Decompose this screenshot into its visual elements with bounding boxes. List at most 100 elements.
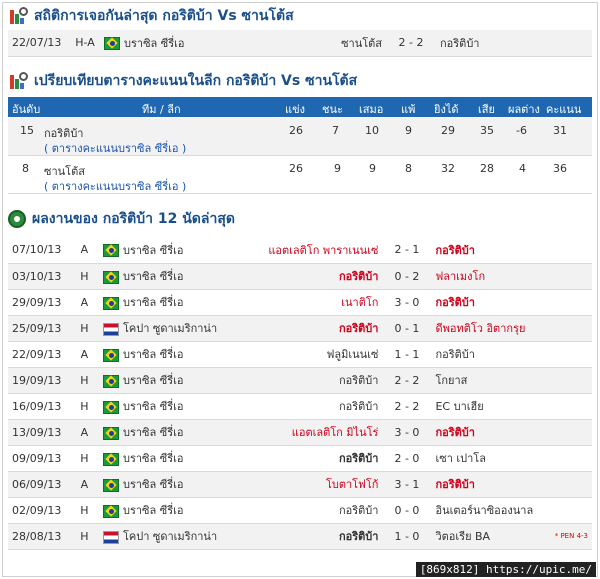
recent-meeting-header: สถิติการเจอกันล่าสุด กอริติบ้า Vs ซานโต้…: [8, 5, 294, 27]
score: 3 - 0: [382, 289, 432, 316]
league-cell: บราซิล ซีรี่เอ: [98, 341, 248, 368]
home-away: H: [69, 367, 99, 394]
league-name[interactable]: บราซิล ซีรี่เอ: [123, 452, 184, 465]
league-cell: บราซิล ซีรี่เอ: [100, 30, 250, 57]
away-team[interactable]: ดีพอทติโว อิตากรุย: [431, 315, 551, 342]
goals-against: 28: [480, 162, 494, 175]
table-row: 13/09/13 A บราซิล ซีรี่เอ แอตเลติโก มิไนโร่…: [8, 419, 592, 446]
match-date: 07/10/13: [8, 237, 70, 264]
penalty-note: [550, 419, 592, 446]
home-away: A: [69, 341, 99, 368]
league-cell: บราซิล ซีรี่เอ: [98, 497, 248, 524]
league-name[interactable]: บราซิล ซีรี่เอ: [123, 374, 184, 387]
score: 2 - 2: [386, 30, 436, 57]
away-team[interactable]: โกยาส: [431, 367, 551, 394]
home-team[interactable]: แอตเลติโก พาราเนนเซ่: [247, 237, 383, 264]
score: 2 - 2: [382, 393, 432, 420]
last12-table: 07/10/13 A บราซิล ซีรี่เอ แอตเลติโก พาราเนน…: [8, 237, 592, 550]
away-team[interactable]: กอริติบ้า: [431, 237, 551, 264]
away-team[interactable]: ฟลาเมงโก: [431, 263, 551, 290]
home-team[interactable]: ซานโต้ส: [250, 30, 386, 57]
home-away: A: [69, 419, 99, 446]
home-team[interactable]: กอริติบ้า: [247, 393, 383, 420]
league-name[interactable]: บราซิล ซีรี่เอ: [123, 426, 184, 439]
penalty-note: [550, 237, 592, 264]
goals-for: 29: [441, 124, 455, 137]
league-name[interactable]: บราซิล ซีรี่เอ: [123, 400, 184, 413]
home-team[interactable]: กอริติบ้า: [247, 367, 383, 394]
league-table-link[interactable]: ( ตารางคะแนนบราซิล ซีรี่เอ ): [44, 177, 186, 195]
league-cell: บราซิล ซีรี่เอ: [98, 263, 248, 290]
standings-column-headers: อันดับ ทีม / ลีก แข่ง ชนะ เสมอ แพ้ ยิงได…: [8, 97, 592, 117]
away-team[interactable]: กอริติบ้า: [431, 289, 551, 316]
home-team[interactable]: กอริติบ้า: [247, 315, 383, 342]
away-team[interactable]: อินเตอร์นาซิอองนาล: [431, 497, 551, 524]
table-row: 02/09/13 H บราซิล ซีรี่เอ กอริติบ้า 0 - 0 อิน…: [8, 497, 592, 524]
match-date: 02/09/13: [8, 497, 70, 524]
home-team[interactable]: เนาติโก: [247, 289, 383, 316]
home-team[interactable]: โบตาโฟโก้: [247, 471, 383, 498]
home-team[interactable]: กอริติบ้า: [247, 497, 383, 524]
league-name[interactable]: บราซิล ซีรี่เอ: [124, 37, 185, 50]
league-name[interactable]: บราซิล ซีรี่เอ: [123, 296, 184, 309]
score: 3 - 0: [382, 419, 432, 446]
col-pts: คะแนน: [546, 103, 582, 116]
table-row: 06/09/13 A บราซิล ซีรี่เอ โบตาโฟโก้ 3 - 1 กอร…: [8, 471, 592, 498]
stats-icon: [8, 7, 28, 25]
league-cell: บราซิล ซีรี่เอ: [98, 289, 248, 316]
win: 7: [332, 124, 339, 137]
home-away: H-A: [70, 30, 100, 57]
away-team[interactable]: วิตอเรีย BA: [431, 523, 551, 550]
played: 26: [289, 162, 303, 175]
league-name[interactable]: บราซิล ซีรี่เอ: [123, 244, 184, 257]
goal-diff: -6: [516, 124, 527, 137]
penalty-note: [550, 315, 592, 342]
brazil-flag-icon: [102, 270, 119, 284]
last12-header: ผลงานของ กอริติบ้า 12 นัดล่าสุด: [8, 208, 235, 230]
league-name[interactable]: บราซิล ซีรี่เอ: [123, 348, 184, 361]
col-gf: ยิงได้: [434, 103, 459, 116]
brazil-flag-icon: [102, 244, 119, 258]
match-date: 09/09/13: [8, 445, 70, 472]
points: 31: [553, 124, 567, 137]
away-team[interactable]: EC บาเฮีย: [431, 393, 551, 420]
home-team[interactable]: ฟลูมิเนนเซ่: [247, 341, 383, 368]
away-team[interactable]: กอริติบ้า: [431, 341, 551, 368]
league-cell: บราซิล ซีรี่เอ: [98, 419, 248, 446]
table-row: 25/09/13 H โคปา ซูดาเมริกาน่า กอริติบ้า 0 - …: [8, 315, 592, 342]
table-row: 28/08/13 H โคปา ซูดาเมริกาน่า กอริติบ้า 1 - …: [8, 523, 592, 550]
league-table-link[interactable]: ( ตารางคะแนนบราซิล ซีรี่เอ ): [44, 139, 186, 157]
away-team[interactable]: กอริติบ้า: [431, 471, 551, 498]
col-ga: เสีย: [478, 103, 495, 116]
col-lose: แพ้: [401, 103, 416, 116]
match-date: 22/07/13: [8, 30, 70, 57]
home-team[interactable]: กอริติบ้า: [247, 263, 383, 290]
league-name[interactable]: โคปา ซูดาเมริกาน่า: [123, 530, 217, 543]
score: 2 - 1: [382, 237, 432, 264]
league-name[interactable]: โคปา ซูดาเมริกาน่า: [123, 322, 217, 335]
home-team[interactable]: กอริติบ้า: [247, 523, 383, 550]
club-crest-icon: [8, 210, 26, 228]
league-name[interactable]: บราซิล ซีรี่เอ: [123, 504, 184, 517]
match-date: 13/09/13: [8, 419, 70, 446]
away-team[interactable]: เซา เปาโล: [431, 445, 551, 472]
home-team[interactable]: แอตเลติโก มิไนโร่: [247, 419, 383, 446]
home-away: A: [69, 237, 99, 264]
draw: 10: [365, 124, 379, 137]
col-win: ชนะ: [322, 103, 343, 116]
table-row: 03/10/13 H บราซิล ซีรี่เอ กอริติบ้า 0 - 2 ฟลา…: [8, 263, 592, 290]
col-gd: ผลต่าง: [508, 103, 540, 116]
stats-icon: [8, 72, 28, 90]
away-team[interactable]: กอริติบ้า: [431, 419, 551, 446]
penalty-note: [550, 289, 592, 316]
league-cell: โคปา ซูดาเมริกาน่า: [98, 523, 248, 550]
home-away: A: [69, 289, 99, 316]
brazil-flag-icon: [102, 478, 119, 492]
league-name[interactable]: บราซิล ซีรี่เอ: [123, 270, 184, 283]
league-cell: บราซิล ซีรี่เอ: [98, 471, 248, 498]
draw: 9: [369, 162, 376, 175]
league-name[interactable]: บราซิล ซีรี่เอ: [123, 478, 184, 491]
home-team[interactable]: กอริติบ้า: [247, 445, 383, 472]
away-team[interactable]: กอริติบ้า: [436, 30, 556, 57]
brazil-flag-icon: [102, 296, 119, 310]
